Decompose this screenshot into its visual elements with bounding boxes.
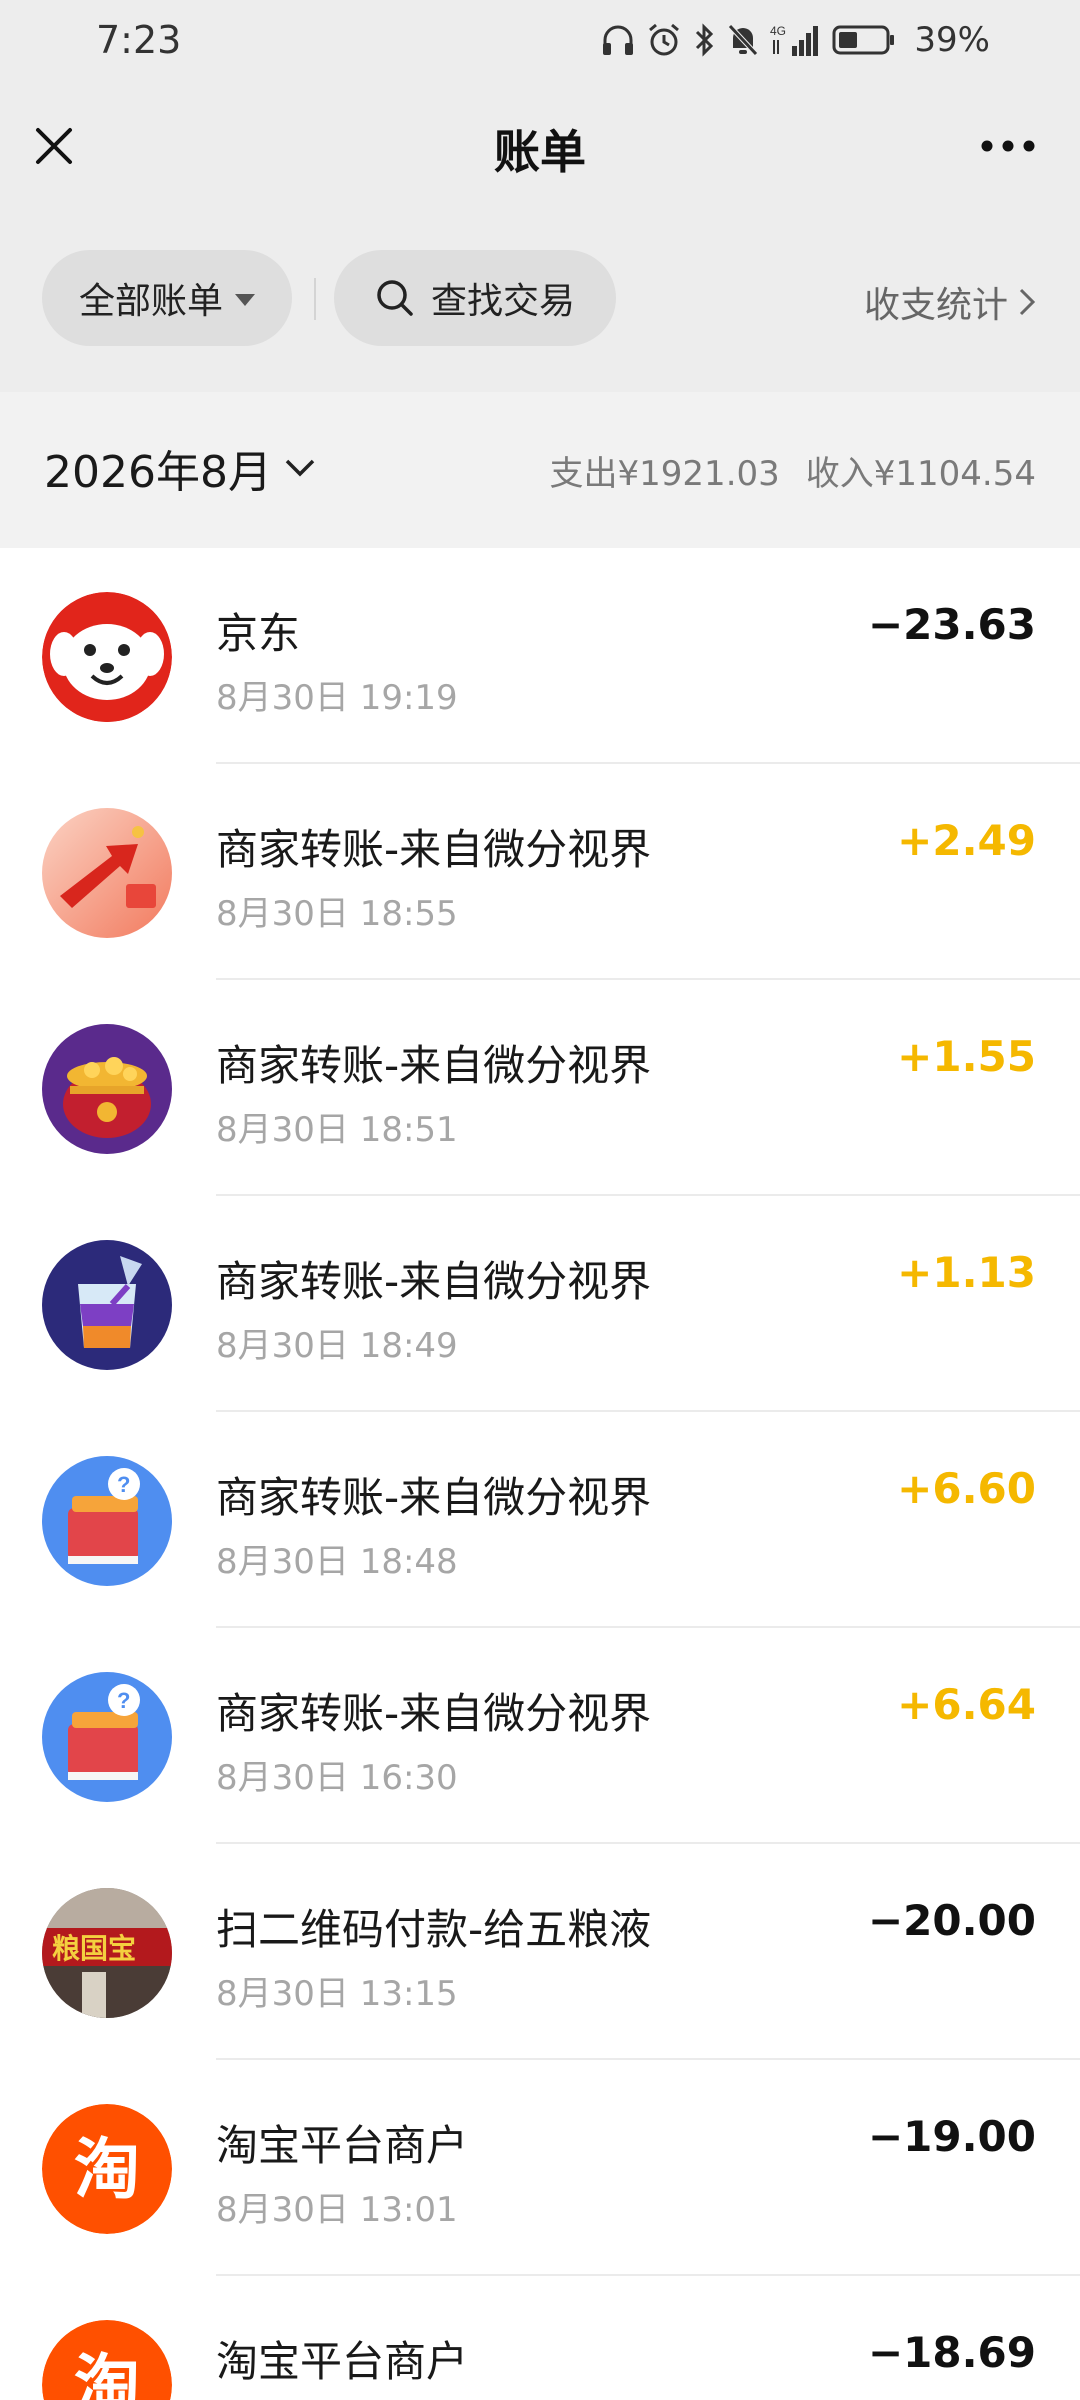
cellular-signal-icon: 4G <box>770 22 822 58</box>
stats-label: 收支统计 <box>863 285 1008 326</box>
search-icon <box>377 280 413 316</box>
status-bar: 7:23 4G 39% <box>0 0 1080 80</box>
dropdown-caret-icon <box>235 294 255 306</box>
jd-dog-logo-icon <box>42 592 172 722</box>
all-bills-filter[interactable]: 全部账单 <box>42 250 292 346</box>
transaction-name: 扫二维码付款-给五粮液 <box>216 1905 652 1954</box>
search-label: 查找交易 <box>430 281 575 322</box>
transaction-row[interactable]: 淘 淘宝平台商户 −18.69 <box>0 2276 1080 2400</box>
treasure-pot-icon <box>42 1024 172 1154</box>
transaction-row[interactable]: ? 商家转账-来自微分视界 8月30日 16:30 +6.64 <box>0 1628 1080 1844</box>
transaction-time: 8月30日 16:30 <box>216 1758 458 1798</box>
shop-front-photo-icon: 粮国宝 <box>42 1888 172 2018</box>
battery-percentage: 39% <box>914 20 990 60</box>
transaction-name: 淘宝平台商户 <box>216 2337 469 2386</box>
more-options-button[interactable] <box>970 116 1046 176</box>
alarm-icon <box>646 22 682 58</box>
transaction-amount: −23.63 <box>867 600 1036 649</box>
chevron-down-icon <box>285 459 315 477</box>
search-transactions-button[interactable]: 查找交易 <box>334 250 616 346</box>
more-dots-icon <box>981 140 1035 152</box>
svg-text:?: ? <box>117 1472 130 1497</box>
transaction-amount: −18.69 <box>867 2328 1036 2377</box>
status-time: 7:23 <box>96 18 182 62</box>
transaction-row[interactable]: 淘 淘宝平台商户 8月30日 13:01 −19.00 <box>0 2060 1080 2276</box>
income-total: 收入¥1104.54 <box>805 454 1036 494</box>
month-selector[interactable]: 2026年8月 <box>44 436 316 500</box>
all-bills-label: 全部账单 <box>78 281 223 322</box>
transaction-name: 商家转账-来自微分视界 <box>216 825 652 874</box>
transaction-time: 8月30日 13:01 <box>216 2190 458 2230</box>
quiz-book-icon: ? <box>42 1456 172 1586</box>
shop-sign-text: 粮国宝 <box>52 1932 136 1965</box>
transaction-name: 商家转账-来自微分视界 <box>216 1473 652 1522</box>
nav-bar: 账单 <box>0 96 1080 196</box>
transaction-name: 淘宝平台商户 <box>216 2121 469 2170</box>
transaction-row[interactable]: 京东 8月30日 19:19 −23.63 <box>0 548 1080 764</box>
transaction-amount: −19.00 <box>867 2112 1036 2161</box>
filter-divider <box>314 278 316 320</box>
drink-cup-icon <box>42 1240 172 1370</box>
transaction-amount: +6.64 <box>897 1680 1036 1729</box>
transaction-row[interactable]: 商家转账-来自微分视界 8月30日 18:49 +1.13 <box>0 1196 1080 1412</box>
taobao-logo-icon: 淘 <box>42 2320 172 2400</box>
svg-text:?: ? <box>117 1688 130 1713</box>
transaction-time: 8月30日 18:55 <box>216 894 458 934</box>
svg-text:4G: 4G <box>770 24 786 38</box>
transaction-row[interactable]: 商家转账-来自微分视界 8月30日 18:55 +2.49 <box>0 764 1080 980</box>
transaction-amount: +2.49 <box>897 816 1036 865</box>
red-arrow-icon <box>42 808 172 938</box>
transaction-time: 8月30日 13:15 <box>216 1974 458 2014</box>
transaction-name: 商家转账-来自微分视界 <box>216 1689 652 1738</box>
chevron-right-icon <box>1019 288 1036 316</box>
transaction-list: 京东 8月30日 19:19 −23.63 商家转账-来自微分视界 8月30日 … <box>0 548 1080 2400</box>
headphones-icon <box>600 23 636 57</box>
taobao-logo-icon: 淘 <box>42 2104 172 2234</box>
bluetooth-icon <box>692 22 716 58</box>
income-expense-stats-link[interactable]: 收支统计 <box>864 276 1036 328</box>
taobao-logo-char: 淘 <box>74 2131 140 2208</box>
month-summary-bar: 2026年8月 支出¥1921.03 收入¥1104.54 <box>0 392 1080 548</box>
status-icons: 4G 39% <box>600 18 990 62</box>
transaction-time: 8月30日 19:19 <box>216 678 458 718</box>
transaction-amount: +1.55 <box>897 1032 1036 1081</box>
header-area: 7:23 4G 39% 账单 全部账单 查找交易 收支统计 <box>0 0 1080 392</box>
month-label-text: 2026年8月 <box>44 447 272 498</box>
transaction-amount: +1.13 <box>897 1248 1036 1297</box>
month-summary: 支出¥1921.03 收入¥1104.54 <box>550 446 1036 495</box>
transaction-row[interactable]: 粮国宝 扫二维码付款-给五粮液 8月30日 13:15 −20.00 <box>0 1844 1080 2060</box>
quiz-book-icon: ? <box>42 1672 172 1802</box>
filter-row: 全部账单 查找交易 收支统计 <box>0 250 1080 350</box>
transaction-amount: +6.60 <box>897 1464 1036 1513</box>
page-title: 账单 <box>494 125 586 179</box>
battery-icon <box>832 23 896 57</box>
transaction-time: 8月30日 18:48 <box>216 1542 458 1582</box>
transaction-row[interactable]: ? 商家转账-来自微分视界 8月30日 18:48 +6.60 <box>0 1412 1080 1628</box>
taobao-logo-char: 淘 <box>74 2347 140 2400</box>
mute-bell-icon <box>726 22 760 58</box>
transaction-amount: −20.00 <box>867 1896 1036 1945</box>
transaction-name: 商家转账-来自微分视界 <box>216 1041 652 1090</box>
transaction-time: 8月30日 18:51 <box>216 1110 458 1150</box>
transaction-time: 8月30日 18:49 <box>216 1326 458 1366</box>
expense-total: 支出¥1921.03 <box>549 454 780 494</box>
transaction-row[interactable]: 商家转账-来自微分视界 8月30日 18:51 +1.55 <box>0 980 1080 1196</box>
transaction-name: 商家转账-来自微分视界 <box>216 1257 652 1306</box>
transaction-name: 京东 <box>216 609 301 658</box>
